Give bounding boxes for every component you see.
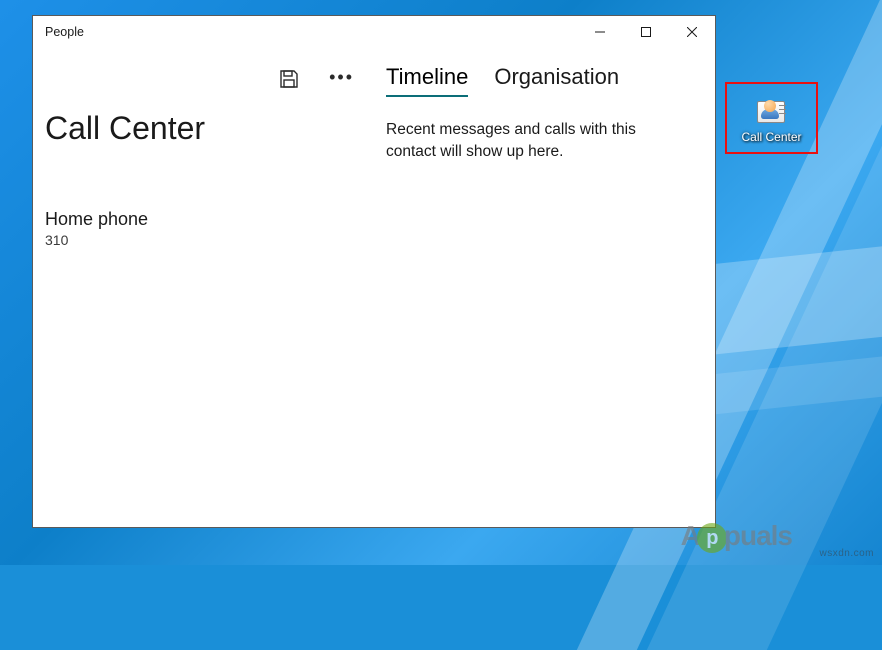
phone-section: Home phone 310 bbox=[45, 209, 368, 248]
minimize-button[interactable] bbox=[577, 16, 623, 48]
app-body: ••• Call Center Home phone 310 Timeline … bbox=[33, 48, 715, 527]
tabs: Timeline Organisation bbox=[386, 64, 699, 97]
brand-watermark: Appuals bbox=[681, 520, 792, 553]
activity-pane: Timeline Organisation Recent messages an… bbox=[378, 48, 715, 527]
tab-timeline[interactable]: Timeline bbox=[386, 64, 468, 97]
contact-details-pane: ••• Call Center Home phone 310 bbox=[33, 48, 378, 527]
save-button[interactable] bbox=[279, 69, 299, 89]
contact-name-heading: Call Center bbox=[45, 110, 368, 147]
window-title: People bbox=[45, 25, 84, 39]
ellipsis-icon: ••• bbox=[329, 67, 354, 87]
minimize-icon bbox=[595, 27, 605, 37]
tab-organisation[interactable]: Organisation bbox=[494, 64, 619, 97]
titlebar[interactable]: People bbox=[33, 16, 715, 48]
contact-icon bbox=[755, 97, 789, 127]
desktop-shortcut-label: Call Center bbox=[741, 131, 801, 143]
close-icon bbox=[687, 27, 697, 37]
desktop-shortcut-call-center[interactable]: Call Center bbox=[725, 82, 818, 154]
save-icon bbox=[279, 69, 299, 89]
site-watermark: wsxdn.com bbox=[819, 548, 874, 559]
phone-value[interactable]: 310 bbox=[45, 232, 368, 248]
contact-toolbar: ••• bbox=[45, 48, 368, 104]
phone-label: Home phone bbox=[45, 209, 368, 230]
window-controls bbox=[577, 16, 715, 48]
more-button[interactable]: ••• bbox=[329, 67, 354, 92]
close-button[interactable] bbox=[669, 16, 715, 48]
timeline-empty-message: Recent messages and calls with this cont… bbox=[386, 119, 676, 162]
maximize-icon bbox=[641, 27, 651, 37]
people-app-window: People bbox=[32, 15, 716, 528]
maximize-button[interactable] bbox=[623, 16, 669, 48]
